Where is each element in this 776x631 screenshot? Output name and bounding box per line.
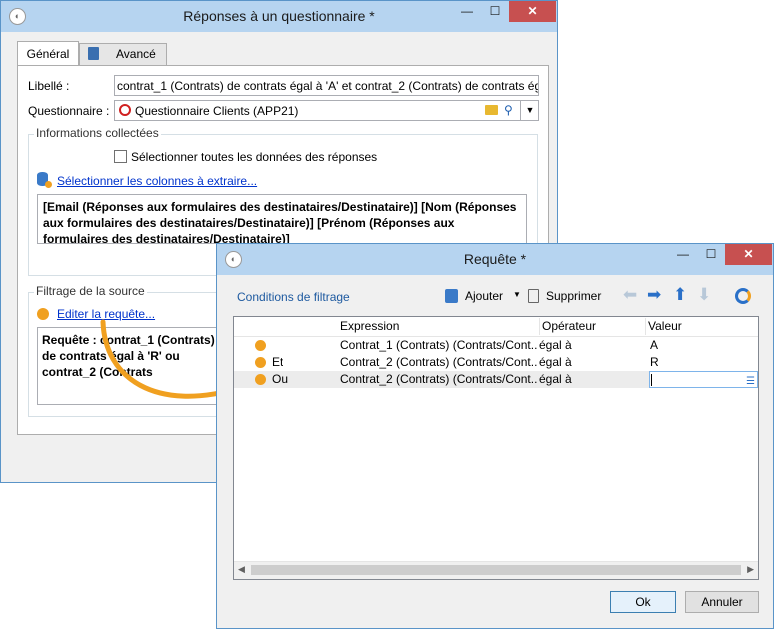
libelle-label: Libellé : — [28, 79, 70, 93]
refresh-icon[interactable] — [735, 288, 751, 304]
query-window: ◐ Requête * — ☐ ✕ Conditions de filtrage… — [216, 243, 774, 629]
row-logic: Ou — [272, 372, 289, 386]
select-columns-link[interactable]: Sélectionner les colonnes à extraire... — [57, 174, 257, 188]
chevron-down-icon: ▼ — [513, 290, 521, 299]
row-value: A — [650, 338, 659, 352]
close-button[interactable]: ✕ — [725, 244, 772, 265]
delete-label: Supprimer — [546, 289, 602, 303]
scroll-right-icon[interactable]: ▶ — [747, 564, 754, 575]
filter-group-label: Filtrage de la source — [34, 284, 147, 298]
scroll-left-icon[interactable]: ◀ — [238, 564, 245, 575]
delete-button[interactable]: Supprimer — [528, 288, 608, 306]
tab-advanced-label: Avancé — [116, 47, 156, 61]
questionnaire-value: Questionnaire Clients (APP21) — [135, 104, 299, 118]
horizontal-scrollbar[interactable]: ◀ ▶ — [234, 561, 758, 579]
text-cursor — [651, 374, 652, 386]
add-button[interactable]: Ajouter ▼ — [445, 288, 525, 306]
search-icon[interactable]: ⚲ — [504, 103, 513, 117]
row-expression: Contrat_1 (Contrats) (Contrats/Cont... — [340, 338, 538, 352]
arrow-down-icon[interactable]: ⬇ — [697, 285, 711, 305]
arrow-right-icon[interactable]: ➡ — [647, 285, 661, 305]
query-icon — [37, 308, 49, 320]
add-label: Ajouter — [465, 289, 504, 303]
condition-icon — [255, 340, 266, 351]
cancel-label: Annuler — [701, 595, 743, 609]
title-bar: ◐ Réponses à un questionnaire * — ☐ ✕ — [1, 1, 557, 32]
maximize-button[interactable]: ☐ — [697, 244, 725, 265]
info-group-label: Informations collectées — [34, 126, 161, 140]
row-expression: Contrat_2 (Contrats) (Contrats/Cont... — [340, 355, 538, 369]
folder-icon[interactable] — [485, 105, 498, 115]
grid-header: Expression Opérateur Valeur — [234, 318, 758, 337]
col-value[interactable]: Valeur — [645, 318, 682, 335]
dropdown-button[interactable]: ▼ — [520, 101, 538, 120]
minimize-button[interactable]: — — [669, 244, 697, 265]
libelle-input[interactable]: contrat_1 (Contrats) de contrats égal à … — [114, 75, 539, 96]
select-all-checkbox[interactable] — [114, 150, 127, 163]
row-expression: Contrat_2 (Contrats) (Contrats/Cont... — [340, 372, 538, 386]
add-condition-icon — [445, 289, 458, 303]
row-operator: égal à — [539, 338, 572, 352]
questionnaire-label: Questionnaire : — [28, 104, 110, 118]
columns-text: [Email (Réponses aux formulaires des des… — [43, 200, 517, 244]
col-operator[interactable]: Opérateur — [539, 318, 596, 335]
arrow-up-icon[interactable]: ⬆ — [673, 285, 687, 305]
close-button[interactable]: ✕ — [509, 1, 556, 22]
col-expression[interactable]: Expression — [340, 318, 399, 335]
questionnaire-field[interactable]: Questionnaire Clients (APP21) ⚲ ▼ — [114, 100, 539, 121]
row-operator: égal à — [539, 355, 572, 369]
conditions-label: Conditions de filtrage — [237, 290, 350, 304]
select-all-label: Sélectionner toutes les données des répo… — [131, 150, 378, 164]
user-badge-icon — [45, 181, 52, 188]
maximize-button[interactable]: ☐ — [481, 1, 509, 22]
row-operator: égal à — [539, 372, 572, 386]
and-condition-icon — [255, 357, 266, 368]
trash-icon — [528, 289, 539, 303]
tab-advanced[interactable]: Avancé — [79, 43, 167, 65]
ok-label: Ok — [635, 595, 651, 609]
table-row[interactable]: Contrat_1 (Contrats) (Contrats/Cont... é… — [234, 337, 758, 354]
table-row-selected[interactable]: Ou Contrat_2 (Contrats) (Contrats/Cont..… — [234, 371, 758, 388]
clipboard-icon — [88, 47, 99, 60]
table-row[interactable]: Et Contrat_2 (Contrats) (Contrats/Cont..… — [234, 354, 758, 371]
target-icon — [119, 104, 131, 116]
minimize-button[interactable]: — — [453, 1, 481, 22]
edit-list-icon[interactable]: ☰ — [746, 373, 755, 387]
cancel-button[interactable]: Annuler — [685, 591, 759, 613]
libelle-value: contrat_1 (Contrats) de contrats égal à … — [117, 79, 539, 93]
row-logic: Et — [272, 355, 284, 369]
row-value: R — [650, 355, 659, 369]
arrow-left-icon[interactable]: ⬅ — [623, 285, 637, 305]
conditions-grid[interactable]: Expression Opérateur Valeur Contrat_1 (C… — [233, 316, 759, 580]
ok-button[interactable]: Ok — [610, 591, 676, 613]
scroll-thumb[interactable] — [251, 565, 741, 575]
or-condition-icon — [255, 374, 266, 385]
tab-general-label: Général — [26, 47, 70, 61]
value-input[interactable]: ☰ — [649, 371, 758, 388]
query-title-bar: ◐ Requête * — ☐ ✕ — [217, 244, 773, 275]
columns-text-box: [Email (Réponses aux formulaires des des… — [37, 194, 527, 244]
tab-general[interactable]: Général — [17, 41, 79, 66]
